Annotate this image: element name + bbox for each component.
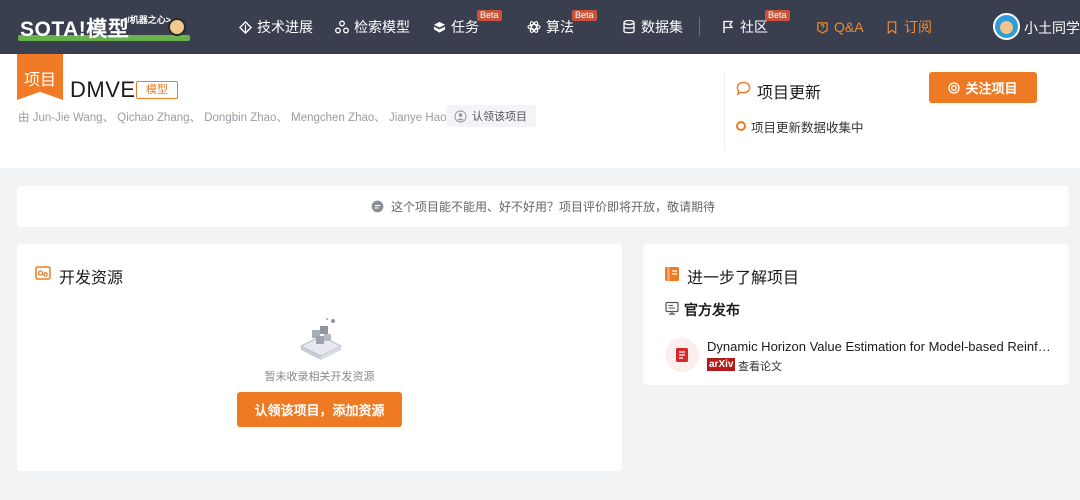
nav-item-label: 社区	[740, 19, 768, 35]
nav-item-label: 检索模型	[354, 19, 410, 35]
nav-item-search-models[interactable]: 检索模型	[335, 17, 410, 37]
beta-badge: Beta	[572, 10, 597, 21]
monitor-icon	[665, 301, 679, 315]
updates-title: 项目更新	[757, 85, 822, 102]
comment-icon	[371, 200, 384, 213]
nodes-icon	[335, 20, 349, 34]
nav-item-label: 算法	[546, 19, 574, 35]
paper-title-link[interactable]: Dynamic Horizon Value Estimation for Mod…	[707, 339, 1051, 354]
user-icon	[454, 109, 467, 123]
nav-item-label: 数据集	[641, 19, 683, 35]
project-header: 项目 DMVE 模型 由 Jun-Jie Wang、 Qichao Zhang、…	[0, 54, 1080, 168]
user-avatar[interactable]	[993, 13, 1020, 40]
project-authors: 由 Jun-Jie Wang、 Qichao Zhang、 Dongbin Zh…	[18, 112, 473, 124]
bookmark-icon	[885, 20, 899, 34]
dev-resources-title: 开发资源	[59, 270, 124, 287]
view-paper-link[interactable]: 查看论文	[738, 358, 782, 374]
nav-item-label: Q&A	[834, 19, 864, 35]
project-ribbon: 项目	[17, 54, 63, 100]
target-icon	[948, 81, 961, 94]
project-type-tag: 模型	[136, 81, 178, 99]
nav-item-qa[interactable]: Q&A	[815, 17, 864, 37]
follow-project-label: 关注项目	[965, 81, 1018, 96]
nav-item-datasets[interactable]: 数据集	[622, 17, 683, 37]
avatar-face	[1000, 21, 1013, 34]
nav-item-label: 技术进展	[257, 19, 313, 35]
nav-item-label: 任务	[451, 19, 479, 35]
empty-box-icon	[299, 317, 343, 360]
book-icon	[665, 267, 679, 281]
resources-icon	[35, 266, 51, 280]
claim-project-button[interactable]: 认领该项目	[446, 105, 536, 127]
project-name: DMVE	[70, 77, 136, 102]
nav-item-tasks[interactable]: 任务 Beta	[432, 10, 502, 37]
notice-text: 这个项目能不能用、好不好用？项目评价即将开放，敬请期待	[390, 200, 715, 214]
official-release-title: 官方发布	[684, 302, 740, 318]
atom-icon	[527, 20, 541, 34]
follow-project-button[interactable]: 关注项目	[929, 72, 1037, 103]
updates-status: 项目更新数据收集中	[751, 121, 864, 135]
dev-resources-panel: 开发资源 暂未收录相关开发资源 认领该项目，添加资源	[17, 244, 622, 471]
learn-more-title: 进一步了解项目	[687, 270, 800, 287]
username[interactable]: 小土同学	[1024, 18, 1080, 38]
nav-item-algorithms[interactable]: 算法 Beta	[527, 10, 597, 37]
claim-project-label: 认领该项目	[472, 111, 527, 123]
learn-more-panel: 进一步了解项目 官方发布 Dynamic Horizon Value Estim…	[643, 244, 1069, 385]
paper-icon	[665, 338, 699, 372]
nav-item-tech-progress[interactable]: 技术进展	[238, 17, 313, 37]
flag-icon	[721, 20, 735, 34]
nav-item-subscribe[interactable]: 订阅	[885, 17, 932, 37]
rating-notice: 这个项目能不能用、好不好用？项目评价即将开放，敬请期待	[17, 186, 1069, 227]
header-divider	[724, 72, 725, 150]
logo-text: SOTA!模型	[20, 18, 130, 41]
logo-subtitle: </机器之心>	[122, 15, 172, 25]
nav-item-community[interactable]: 社区 Beta	[721, 10, 790, 37]
layers-icon	[238, 20, 252, 34]
beta-badge: Beta	[765, 10, 790, 21]
nav-item-label: 订阅	[904, 19, 932, 35]
nav-divider	[699, 17, 700, 36]
sota-logo[interactable]: SOTA!模型 </机器之心>	[18, 8, 194, 46]
status-dot-icon	[736, 121, 746, 131]
qa-icon	[815, 20, 829, 34]
empty-resources-text: 暂未收录相关开发资源	[264, 371, 375, 383]
mascot-icon	[168, 18, 186, 36]
top-nav: SOTA!模型 </机器之心> 技术进展 检索模型 任务 Beta 算法 Bet…	[0, 0, 1080, 54]
arxiv-badge: arXiv	[707, 358, 736, 371]
beta-badge: Beta	[477, 10, 502, 21]
database-icon	[622, 20, 636, 34]
cube-icon	[432, 20, 446, 34]
claim-add-resources-button[interactable]: 认领该项目，添加资源	[237, 392, 402, 427]
chat-bubble-icon	[736, 81, 751, 96]
